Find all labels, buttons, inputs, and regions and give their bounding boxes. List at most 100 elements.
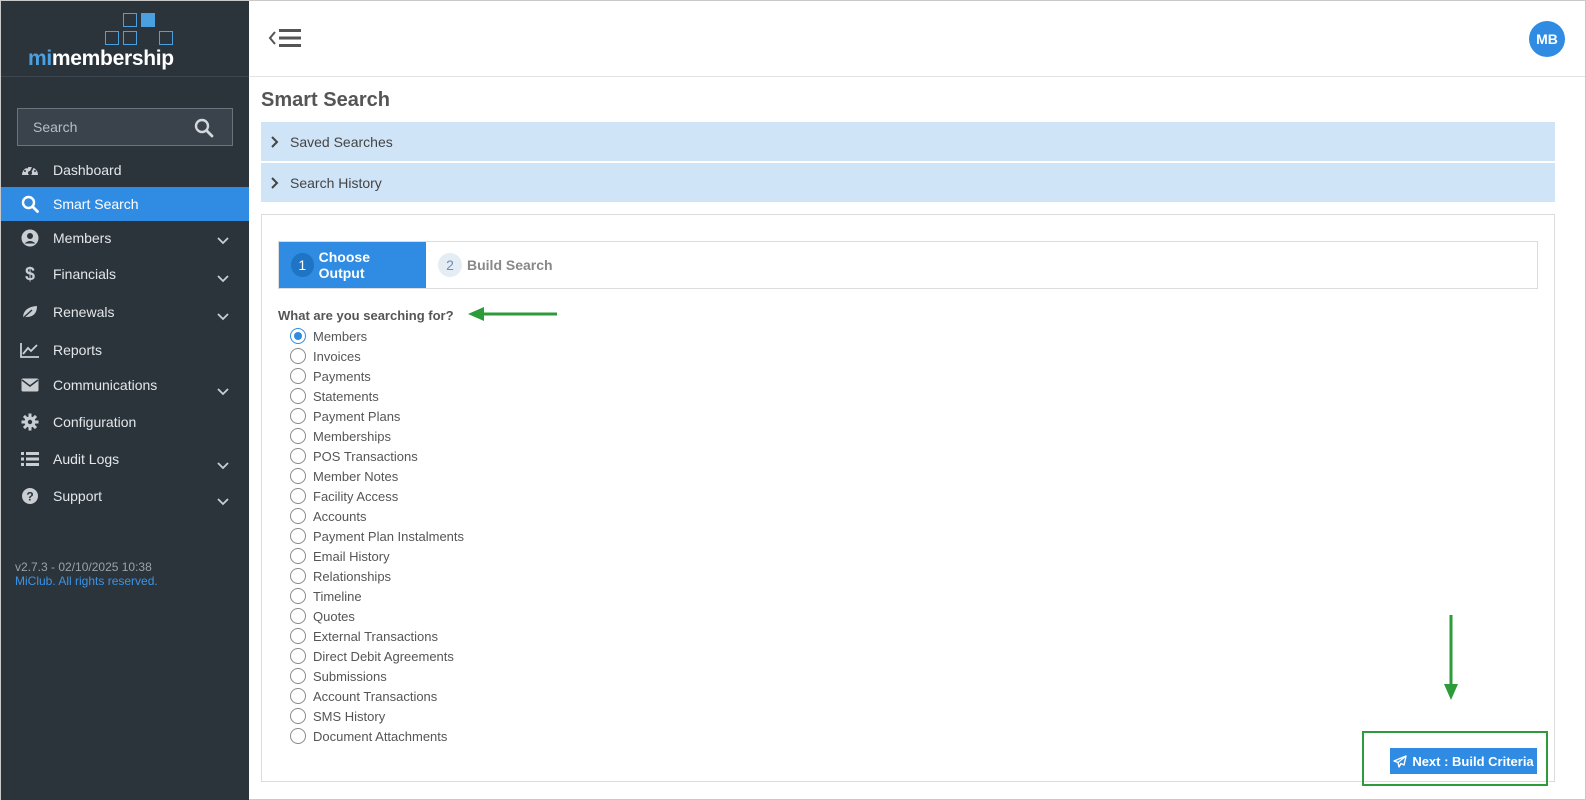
radio-button[interactable] — [290, 648, 306, 664]
annotation-arrow-left — [468, 307, 557, 321]
wizard-steps: 1 Choose Output 2 Build Search — [278, 241, 1538, 289]
radio-button[interactable] — [290, 348, 306, 364]
option-label: External Transactions — [313, 628, 439, 644]
radio-button[interactable] — [290, 428, 306, 444]
radio-button[interactable] — [290, 688, 306, 704]
option-label: Facility Access — [313, 488, 399, 504]
sidebar-item-renewals[interactable]: Renewals — [1, 293, 249, 331]
radio-button[interactable] — [290, 328, 306, 344]
radio-button[interactable] — [290, 368, 306, 384]
output-option-radio[interactable]: Member Notes — [290, 466, 464, 486]
radio-button[interactable] — [290, 708, 306, 724]
option-label: Email History — [313, 548, 390, 564]
question-circle-icon: ? — [20, 486, 40, 506]
output-option-radio[interactable]: Payment Plan Instalments — [290, 526, 464, 546]
chevron-down-icon — [217, 232, 229, 248]
chevron-down-icon — [217, 383, 229, 399]
sidebar-item-audit-logs[interactable]: Audit Logs — [1, 442, 249, 476]
option-label: Invoices — [313, 348, 361, 364]
radio-button[interactable] — [290, 668, 306, 684]
output-option-radio[interactable]: Document Attachments — [290, 726, 464, 746]
logo-wordmark: mimembership — [28, 47, 174, 70]
output-option-radio[interactable]: Facility Access — [290, 486, 464, 506]
radio-button[interactable] — [290, 608, 306, 624]
output-option-radio[interactable]: Members — [290, 326, 464, 346]
output-option-radio[interactable]: Timeline — [290, 586, 464, 606]
sidebar-item-smart-search[interactable]: Smart Search — [1, 187, 249, 221]
accordion-label: Search History — [290, 174, 382, 191]
sidebar-item-communications[interactable]: Communications — [1, 368, 249, 402]
sidebar-item-label: Financials — [53, 266, 117, 282]
output-option-radio[interactable]: Accounts — [290, 506, 464, 526]
leaf-icon — [20, 302, 40, 322]
step-build-search[interactable]: 2 Build Search — [426, 242, 565, 288]
sidebar-item-support[interactable]: ? Support — [1, 476, 249, 516]
option-label: Member Notes — [313, 468, 399, 484]
sidebar-item-label: Renewals — [53, 304, 115, 320]
radio-button[interactable] — [290, 548, 306, 564]
output-option-radio[interactable]: Invoices — [290, 346, 464, 366]
option-label: Quotes — [313, 608, 355, 624]
sidebar-item-label: Communications — [53, 377, 158, 393]
radio-button[interactable] — [290, 448, 306, 464]
radio-button[interactable] — [290, 528, 306, 544]
annotation-arrow-down — [1444, 615, 1458, 700]
output-option-radio[interactable]: Quotes — [290, 606, 464, 626]
sidebar-search-input[interactable] — [18, 109, 178, 145]
radio-button[interactable] — [290, 488, 306, 504]
output-option-radio[interactable]: Memberships — [290, 426, 464, 446]
radio-button[interactable] — [290, 588, 306, 604]
radio-button[interactable] — [290, 508, 306, 524]
wizard-panel: 1 Choose Output 2 Build Search What are … — [261, 214, 1555, 782]
radio-button[interactable] — [290, 388, 306, 404]
sidebar-item-label: Smart Search — [53, 196, 139, 212]
user-avatar[interactable]: MB — [1529, 21, 1565, 57]
dashboard-icon — [20, 160, 40, 180]
sidebar-item-configuration[interactable]: Configuration — [1, 402, 249, 442]
svg-text:$: $ — [25, 264, 35, 284]
sidebar-item-financials[interactable]: $ Financials — [1, 255, 249, 293]
sidebar-search — [17, 108, 233, 146]
page-title: Smart Search — [261, 89, 390, 111]
output-option-radio[interactable]: Account Transactions — [290, 686, 464, 706]
sidebar-item-label: Reports — [53, 341, 103, 358]
sidebar: mimembership Dashboard Smart Search Memb… — [1, 1, 249, 800]
output-option-radio[interactable]: Statements — [290, 386, 464, 406]
sidebar-toggle-icon[interactable] — [267, 26, 303, 53]
output-option-radio[interactable]: Email History — [290, 546, 464, 566]
dollar-icon: $ — [20, 264, 40, 284]
sidebar-item-label: Support — [53, 488, 103, 504]
annotation-highlight-box — [1362, 731, 1548, 786]
user-circle-icon — [20, 228, 40, 248]
copyright-link[interactable]: MiClub. All rights reserved. — [15, 574, 158, 588]
step-label: Build Search — [467, 257, 553, 273]
logo[interactable]: mimembership — [1, 1, 249, 77]
output-option-radio[interactable]: SMS History — [290, 706, 464, 726]
sidebar-item-members[interactable]: Members — [1, 221, 249, 255]
saved-searches-accordion[interactable]: Saved Searches — [261, 122, 1555, 162]
output-option-radio[interactable]: External Transactions — [290, 626, 464, 646]
output-option-radio[interactable]: Payments — [290, 366, 464, 386]
radio-button[interactable] — [290, 568, 306, 584]
search-icon[interactable] — [194, 118, 214, 141]
option-label: SMS History — [313, 708, 386, 724]
radio-button[interactable] — [290, 628, 306, 644]
output-option-radio[interactable]: Submissions — [290, 666, 464, 686]
option-label: Direct Debit Agreements — [313, 648, 454, 664]
chevron-down-icon — [217, 308, 229, 324]
output-option-radio[interactable]: POS Transactions — [290, 446, 464, 466]
option-label: Submissions — [313, 668, 387, 684]
sidebar-item-label: Configuration — [53, 414, 137, 430]
step-number: 2 — [438, 253, 462, 277]
sidebar-item-dashboard[interactable]: Dashboard — [1, 153, 249, 187]
sidebar-item-reports[interactable]: Reports — [1, 331, 249, 368]
radio-button[interactable] — [290, 468, 306, 484]
radio-button[interactable] — [290, 728, 306, 744]
search-history-accordion[interactable]: Search History — [261, 163, 1555, 203]
output-option-radio[interactable]: Direct Debit Agreements — [290, 646, 464, 666]
radio-button[interactable] — [290, 408, 306, 424]
step-choose-output[interactable]: 1 Choose Output — [279, 242, 426, 288]
chevron-down-icon — [217, 457, 229, 473]
output-option-radio[interactable]: Payment Plans — [290, 406, 464, 426]
output-option-radio[interactable]: Relationships — [290, 566, 464, 586]
